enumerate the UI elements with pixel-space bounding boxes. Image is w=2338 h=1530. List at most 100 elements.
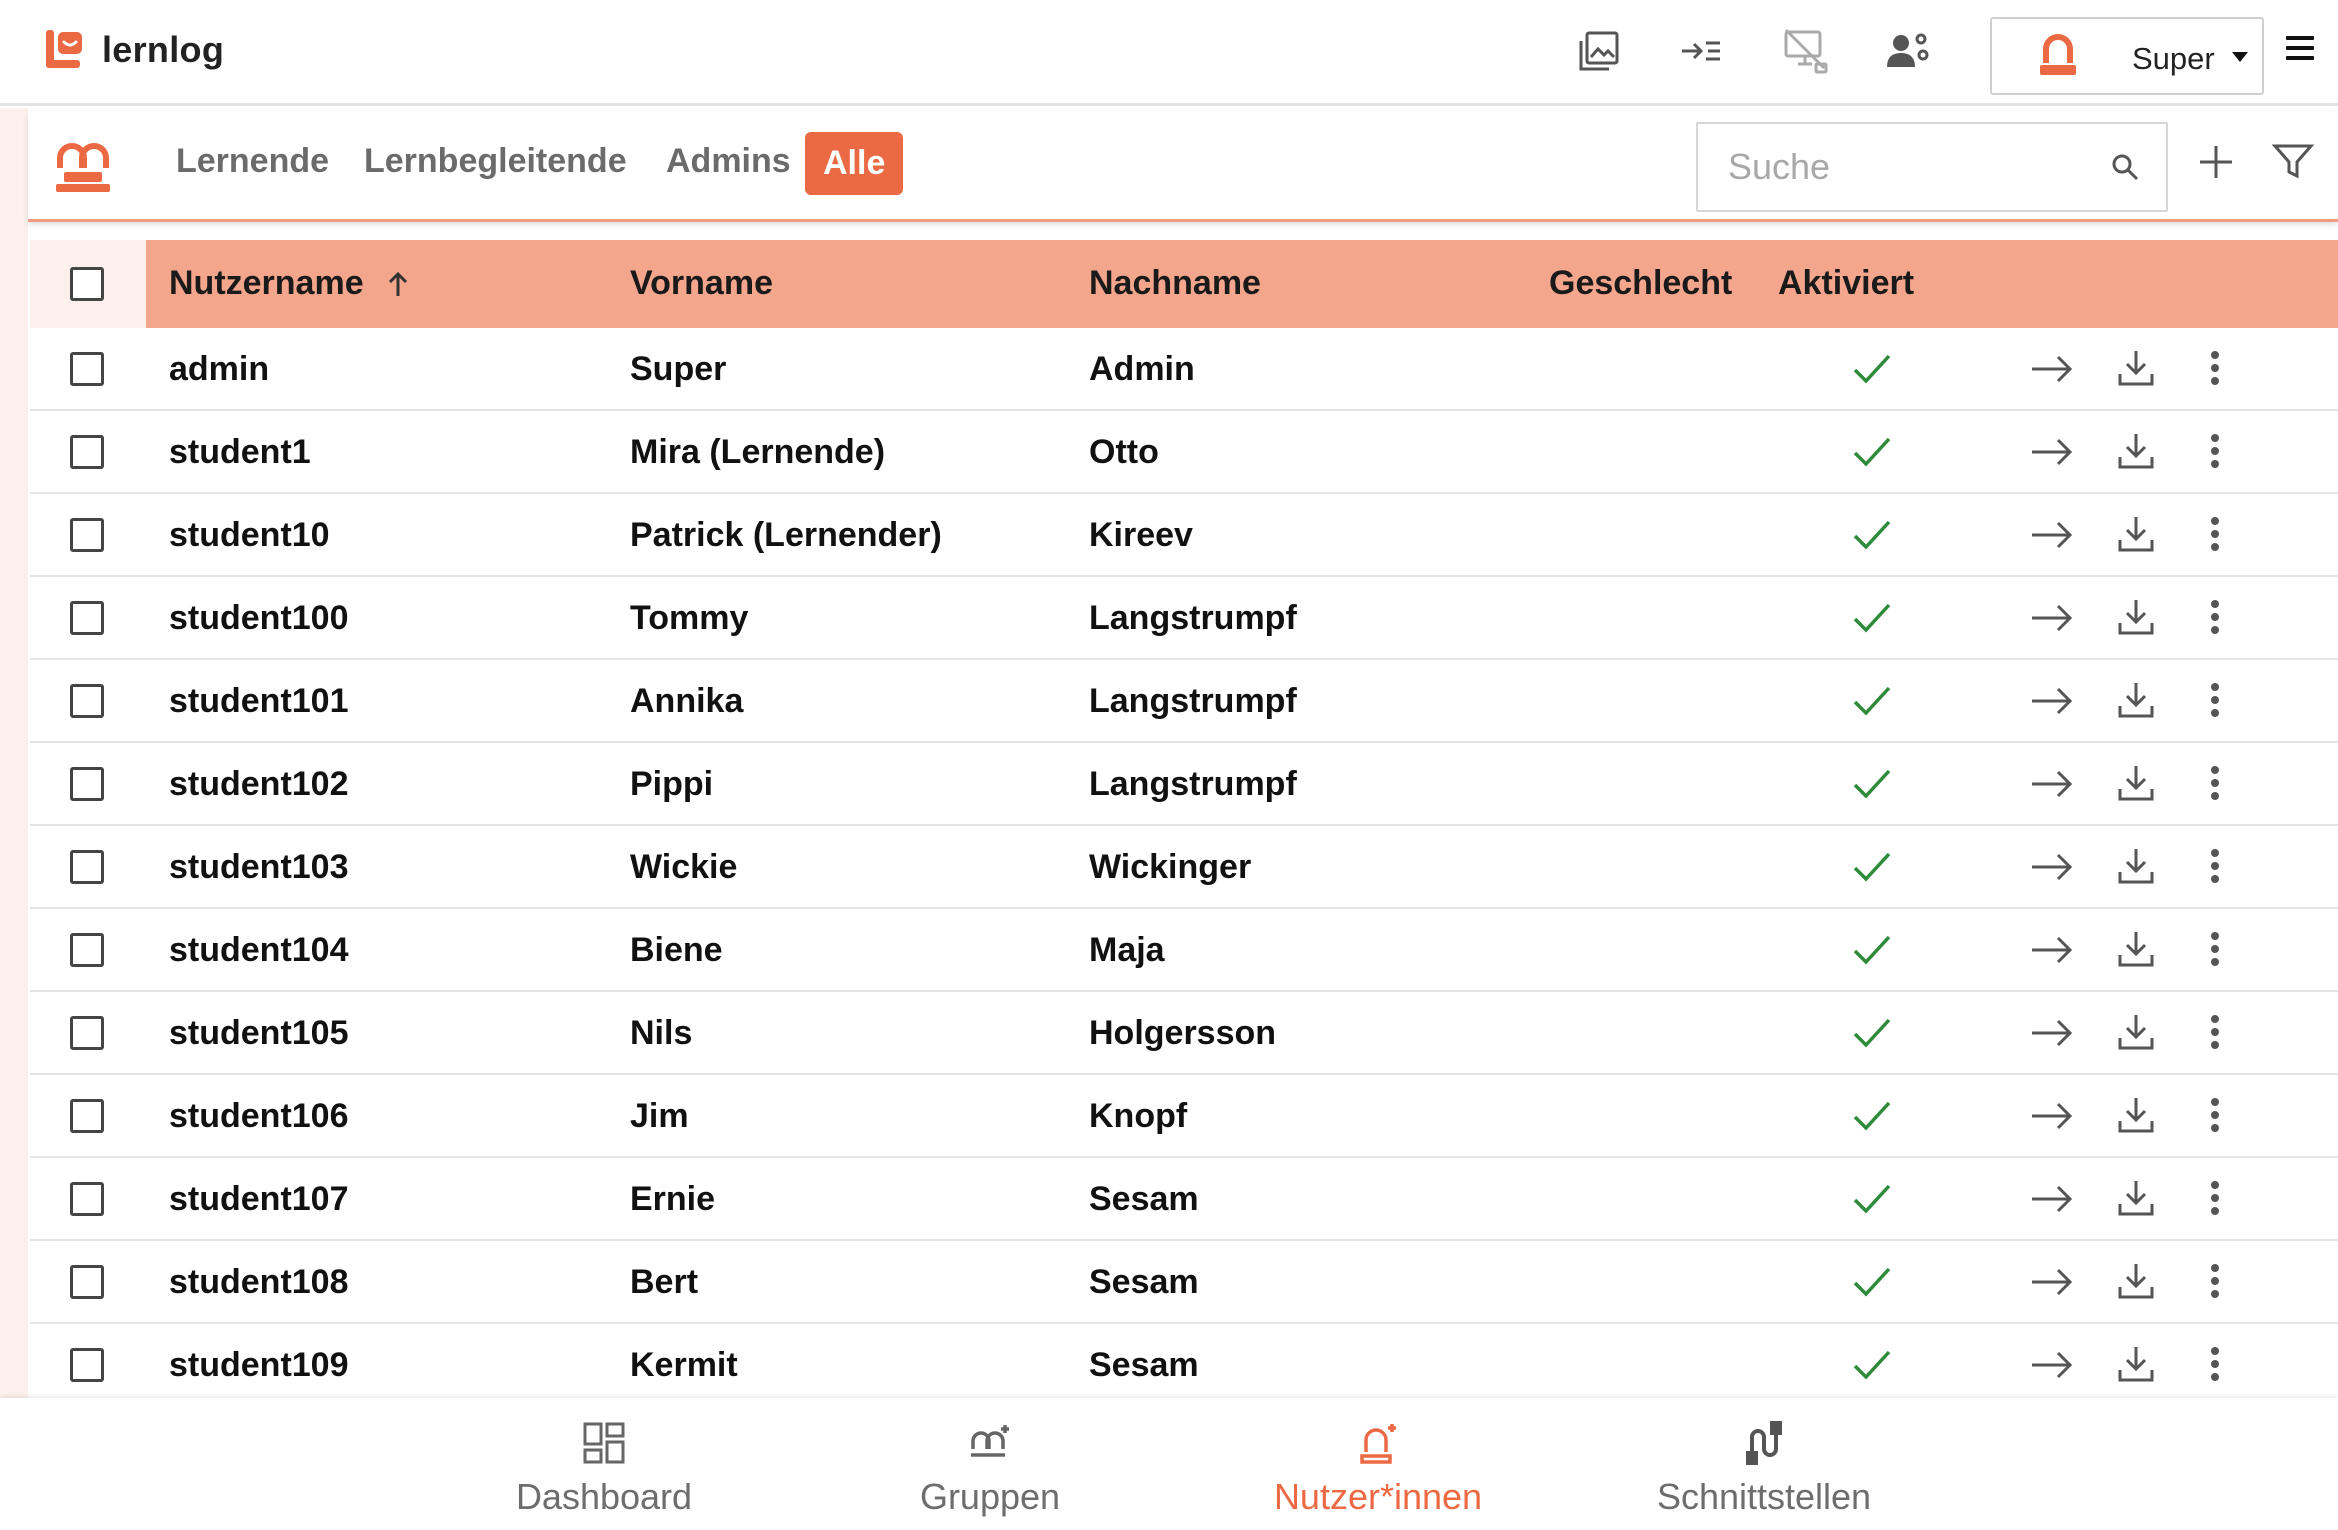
user-avatar-icon	[2036, 31, 2080, 84]
download-icon[interactable]	[2116, 1344, 2156, 1389]
row-checkbox[interactable]	[70, 850, 104, 884]
open-arrow-icon[interactable]	[2030, 1184, 2074, 1219]
more-options-icon[interactable]	[2210, 516, 2220, 557]
download-icon[interactable]	[2116, 431, 2156, 476]
row-checkbox[interactable]	[70, 1182, 104, 1216]
sort-ascending-icon[interactable]	[386, 270, 410, 303]
download-icon[interactable]	[2116, 929, 2156, 974]
download-icon[interactable]	[2116, 514, 2156, 559]
hamburger-menu-icon[interactable]	[2286, 36, 2314, 64]
more-options-icon[interactable]	[2210, 1346, 2220, 1387]
download-icon[interactable]	[2116, 1178, 2156, 1223]
nav-dashboard[interactable]: Dashboard	[424, 1418, 784, 1518]
tab-admins[interactable]: Admins	[666, 142, 791, 181]
nav-nutzerinnen[interactable]: Nutzer*innen	[1198, 1418, 1558, 1518]
table-row[interactable]: student10 Patrick (Lernender) Kireev	[30, 494, 2338, 577]
col-lastname[interactable]: Nachname	[1089, 264, 1261, 303]
more-options-icon[interactable]	[2210, 599, 2220, 640]
table-row[interactable]: student109 Kermit Sesam	[30, 1324, 2338, 1407]
more-options-icon[interactable]	[2210, 848, 2220, 889]
table-row[interactable]: student101 Annika Langstrumpf	[30, 660, 2338, 743]
row-checkbox[interactable]	[70, 435, 104, 469]
row-checkbox[interactable]	[70, 1016, 104, 1050]
more-options-icon[interactable]	[2210, 1180, 2220, 1221]
cell-firstname: Super	[630, 350, 727, 388]
tab-alle[interactable]: Alle	[805, 132, 904, 195]
gallery-icon[interactable]	[1574, 26, 1624, 76]
table-row[interactable]: student105 Nils Holgersson	[30, 992, 2338, 1075]
open-arrow-icon[interactable]	[2030, 520, 2074, 555]
nav-gruppen-label: Gruppen	[919, 1476, 1061, 1517]
row-checkbox[interactable]	[70, 933, 104, 967]
table-row[interactable]: student1 Mira (Lernende) Otto	[30, 411, 2338, 494]
table-row[interactable]: admin Super Admin	[30, 328, 2338, 411]
table-row[interactable]: student103 Wickie Wickinger	[30, 826, 2338, 909]
table-row[interactable]: student100 Tommy Langstrumpf	[30, 577, 2338, 660]
row-checkbox[interactable]	[70, 684, 104, 718]
nav-schnittstellen[interactable]: Schnittstellen	[1584, 1418, 1944, 1518]
open-arrow-icon[interactable]	[2030, 354, 2074, 389]
more-options-icon[interactable]	[2210, 931, 2220, 972]
select-all-checkbox[interactable]	[70, 267, 104, 301]
table-row[interactable]: student102 Pippi Langstrumpf	[30, 743, 2338, 826]
col-firstname[interactable]: Vorname	[630, 264, 773, 303]
row-checkbox[interactable]	[70, 518, 104, 552]
download-icon[interactable]	[2116, 680, 2156, 725]
open-arrow-icon[interactable]	[2030, 1267, 2074, 1302]
more-options-icon[interactable]	[2210, 765, 2220, 806]
monitor-off-icon[interactable]	[1782, 26, 1832, 76]
col-gender[interactable]: Geschlecht	[1549, 264, 1732, 303]
table-row[interactable]: student107 Ernie Sesam	[30, 1158, 2338, 1241]
search-icon[interactable]	[2110, 152, 2140, 187]
open-arrow-icon[interactable]	[2030, 686, 2074, 721]
table-header: Nutzername Vorname Nachname Geschlecht A…	[30, 240, 2338, 328]
more-options-icon[interactable]	[2210, 350, 2220, 391]
open-arrow-icon[interactable]	[2030, 1018, 2074, 1053]
more-options-icon[interactable]	[2210, 1097, 2220, 1138]
user-select[interactable]: Super	[1990, 17, 2264, 95]
col-activated[interactable]: Aktiviert	[1778, 264, 1914, 303]
cell-username: student103	[169, 848, 349, 886]
open-arrow-icon[interactable]	[2030, 437, 2074, 472]
download-icon[interactable]	[2116, 763, 2156, 808]
open-arrow-icon[interactable]	[2030, 603, 2074, 638]
nav-gruppen[interactable]: Gruppen	[810, 1418, 1170, 1518]
more-options-icon[interactable]	[2210, 1014, 2220, 1055]
open-arrow-icon[interactable]	[2030, 1101, 2074, 1136]
cell-firstname: Biene	[630, 931, 723, 969]
tab-lernbegleitende[interactable]: Lernbegleitende	[364, 142, 627, 181]
table-row[interactable]: student106 Jim Knopf	[30, 1075, 2338, 1158]
filter-icon[interactable]	[2271, 142, 2315, 185]
tab-lernende[interactable]: Lernende	[176, 142, 329, 181]
table-row[interactable]: student108 Bert Sesam	[30, 1241, 2338, 1324]
open-arrow-icon[interactable]	[2030, 935, 2074, 970]
col-username[interactable]: Nutzername	[169, 264, 364, 303]
more-options-icon[interactable]	[2210, 682, 2220, 723]
more-options-icon[interactable]	[2210, 1263, 2220, 1304]
row-checkbox[interactable]	[70, 352, 104, 386]
open-arrow-icon[interactable]	[2030, 769, 2074, 804]
download-icon[interactable]	[2116, 1095, 2156, 1140]
download-icon[interactable]	[2116, 597, 2156, 642]
app-logo[interactable]: lernlog	[44, 28, 224, 72]
open-arrow-icon[interactable]	[2030, 1350, 2074, 1385]
row-checkbox[interactable]	[70, 601, 104, 635]
row-checkbox[interactable]	[70, 767, 104, 801]
manage-users-icon[interactable]	[1884, 26, 1934, 76]
row-checkbox[interactable]	[70, 1348, 104, 1382]
download-icon[interactable]	[2116, 348, 2156, 393]
cell-firstname: Wickie	[630, 848, 738, 886]
more-options-icon[interactable]	[2210, 433, 2220, 474]
row-checkbox[interactable]	[70, 1099, 104, 1133]
download-icon[interactable]	[2116, 1012, 2156, 1057]
row-checkbox[interactable]	[70, 1265, 104, 1299]
search-input[interactable]	[1698, 124, 2078, 210]
open-arrow-icon[interactable]	[2030, 852, 2074, 887]
activated-check-icon	[1852, 1265, 1892, 1304]
indent-icon[interactable]	[1676, 26, 1726, 76]
app-name: lernlog	[102, 29, 225, 70]
download-icon[interactable]	[2116, 846, 2156, 891]
download-icon[interactable]	[2116, 1261, 2156, 1306]
add-user-icon[interactable]	[2196, 142, 2236, 187]
table-row[interactable]: student104 Biene Maja	[30, 909, 2338, 992]
